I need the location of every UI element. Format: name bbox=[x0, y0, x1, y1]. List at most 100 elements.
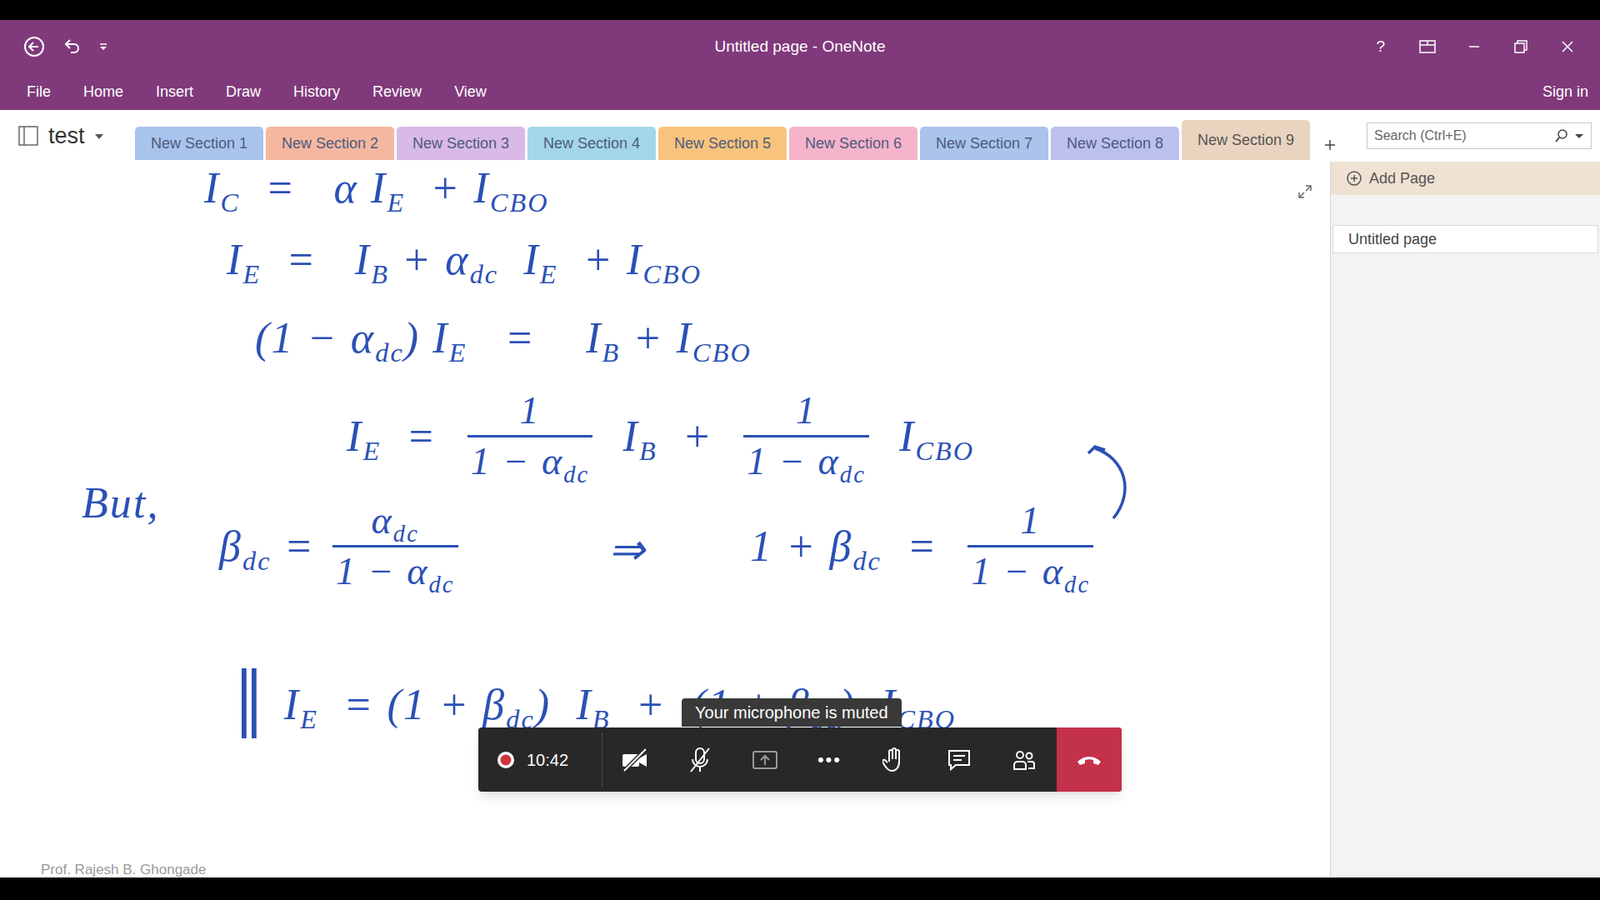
section-tab[interactable]: New Section 4 bbox=[527, 126, 656, 160]
sign-in-button[interactable]: Sign in bbox=[1542, 80, 1589, 104]
customize-icon[interactable] bbox=[98, 41, 109, 52]
fraction-denominator: 1 − αdc bbox=[467, 437, 594, 481]
section-tab[interactable]: New Section 8 bbox=[1050, 126, 1180, 160]
ink-symbol: αdc bbox=[371, 501, 420, 540]
menu-item[interactable]: Draw bbox=[225, 80, 261, 104]
quick-access bbox=[23, 35, 324, 58]
search-box[interactable] bbox=[1366, 122, 1592, 150]
ink-subscript: dc bbox=[470, 259, 500, 290]
notebook-name[interactable]: test bbox=[48, 119, 85, 154]
menu-item[interactable]: File bbox=[26, 80, 51, 104]
section-tab[interactable]: New Section 1 bbox=[135, 126, 264, 160]
add-page-button[interactable]: Add Page bbox=[1330, 161, 1600, 195]
menu-item[interactable]: Insert bbox=[155, 80, 194, 104]
expand-icon[interactable] bbox=[1296, 183, 1314, 200]
ink-equation: But, bbox=[81, 481, 160, 525]
ink-text: + α bbox=[389, 235, 470, 284]
section-tab[interactable]: New Section 3 bbox=[396, 126, 525, 160]
add-section-icon[interactable] bbox=[1321, 136, 1339, 154]
more-actions-button[interactable]: ••• bbox=[797, 727, 863, 792]
chat-icon[interactable] bbox=[946, 747, 972, 773]
search-scope-icon[interactable] bbox=[1574, 130, 1585, 141]
ink-symbol: 1 − αdc bbox=[746, 442, 866, 481]
page-item[interactable]: Untitled page bbox=[1332, 225, 1599, 254]
ink-symbol: IE bbox=[346, 415, 381, 459]
ink-text: = bbox=[380, 412, 463, 460]
ink-text: But, bbox=[81, 479, 160, 527]
raise-hand-icon[interactable] bbox=[882, 746, 906, 774]
ink-text: 1 − α bbox=[970, 550, 1065, 593]
hang-up-button[interactable] bbox=[1056, 727, 1122, 792]
section-bar: testNew Section 1New Section 2New Sectio… bbox=[0, 110, 1600, 162]
menu-item[interactable]: View bbox=[454, 80, 487, 104]
search-input[interactable] bbox=[1374, 125, 1555, 146]
ink-subscript: E bbox=[242, 259, 261, 290]
help-button[interactable]: ? bbox=[1370, 35, 1390, 60]
ink-symbol: IE bbox=[498, 238, 558, 282]
restore-icon[interactable] bbox=[1511, 37, 1530, 56]
divider bbox=[601, 732, 603, 787]
ink-subscript: dc bbox=[375, 337, 405, 368]
fraction-denominator: 1 − αdc bbox=[743, 437, 870, 481]
undo-icon[interactable] bbox=[61, 36, 82, 57]
ink-symbol: 1 bbox=[1020, 501, 1041, 540]
ink-equation: IC = α IE + ICBO bbox=[204, 166, 550, 210]
ink-symbol: ) IB bbox=[535, 683, 611, 727]
participants-button[interactable] bbox=[991, 727, 1057, 792]
participants-icon[interactable] bbox=[1011, 747, 1037, 773]
ink-symbol: 1 + βdc bbox=[750, 525, 882, 569]
section-tab[interactable]: New Section 7 bbox=[920, 126, 1049, 160]
ink-subscript: E bbox=[362, 435, 381, 466]
close-icon[interactable] bbox=[1558, 37, 1577, 56]
ink-text: ⇒ bbox=[608, 525, 647, 574]
search-icon[interactable] bbox=[1554, 128, 1570, 144]
microphone-icon[interactable] bbox=[687, 746, 713, 774]
ink-subscript: CBO bbox=[490, 187, 550, 218]
ink-symbol: = (1 + βdc bbox=[318, 683, 535, 727]
minimize-icon[interactable] bbox=[1465, 37, 1484, 56]
ink-symbol: IB bbox=[597, 415, 657, 459]
fraction-numerator: 1 bbox=[510, 391, 549, 435]
section-tab[interactable]: New Section 5 bbox=[658, 126, 787, 160]
section-tab-label: New Section 5 bbox=[674, 132, 771, 155]
ink-text: + bbox=[657, 412, 740, 460]
ink-text: = I bbox=[260, 235, 371, 284]
dropdown-icon[interactable] bbox=[93, 130, 105, 142]
ink-symbol: + bbox=[657, 415, 740, 459]
more-actions-label: ••• bbox=[817, 745, 842, 774]
ink-text: + I bbox=[405, 164, 490, 212]
camera-icon[interactable] bbox=[620, 747, 650, 773]
microphone-button[interactable] bbox=[667, 727, 733, 792]
ink-subscript: dc bbox=[1064, 571, 1090, 598]
menu-item[interactable]: History bbox=[293, 80, 340, 104]
ink-text: (1 − α bbox=[255, 314, 375, 362]
chat-button[interactable] bbox=[926, 727, 992, 792]
section-tab[interactable]: New Section 2 bbox=[265, 126, 395, 160]
ink-text: 1 bbox=[795, 389, 817, 432]
ribbon-display-icon[interactable] bbox=[1418, 37, 1437, 56]
notebook-picker[interactable]: test bbox=[0, 119, 135, 154]
ink-subscript: E bbox=[449, 337, 468, 368]
ink-equation: (1 − αdc) IE = IB + ICBO bbox=[255, 316, 752, 360]
menu-item[interactable]: Home bbox=[83, 80, 124, 104]
ink-text: 1 + β bbox=[750, 522, 853, 570]
title-row: Untitled page - OneNote? bbox=[0, 20, 1600, 74]
ink-symbol: 1 − αdc bbox=[970, 552, 1090, 591]
ink-symbol: + ICBO bbox=[620, 316, 751, 360]
tooltip-text: Your microphone is muted bbox=[695, 700, 889, 725]
ink-text: ) I bbox=[404, 314, 450, 362]
ink-symbol: + αdc bbox=[389, 238, 499, 282]
section-tab[interactable]: New Section 6 bbox=[789, 126, 918, 160]
share-button[interactable] bbox=[732, 727, 798, 792]
menu-item[interactable]: Review bbox=[372, 80, 422, 104]
back-icon[interactable] bbox=[23, 35, 45, 58]
screen-bottom-strip bbox=[0, 877, 1600, 900]
share-screen-icon[interactable] bbox=[751, 747, 779, 773]
ink-text: I bbox=[204, 164, 220, 212]
hang-up-icon[interactable] bbox=[1075, 751, 1103, 769]
ink-symbol: ICBO bbox=[874, 415, 975, 459]
ink-symbol: 1 − αdc bbox=[335, 552, 455, 591]
section-tab[interactable]: New Section 9 bbox=[1181, 120, 1310, 160]
raise-hand-button[interactable] bbox=[861, 727, 927, 792]
camera-button[interactable] bbox=[602, 727, 668, 792]
